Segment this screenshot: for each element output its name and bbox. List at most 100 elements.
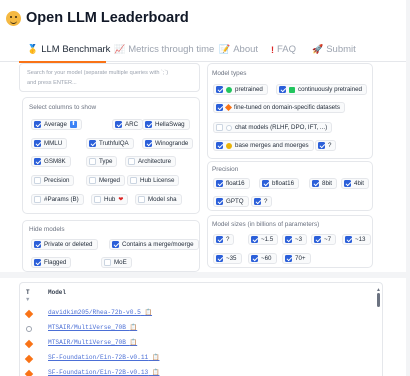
section-divider bbox=[0, 272, 410, 278]
model-types-title: Model types bbox=[212, 70, 247, 77]
checkbox-flagged[interactable]: Flagged bbox=[31, 257, 72, 268]
checkbox-average[interactable]: Average ⬆ bbox=[31, 119, 82, 130]
checkbox-model-sha[interactable]: Model sha bbox=[135, 194, 182, 205]
checkbox-4bit[interactable]: 4bit bbox=[341, 178, 369, 189]
checkbox-float16[interactable]: float16 bbox=[213, 178, 250, 189]
column-header-type[interactable]: T bbox=[26, 289, 30, 296]
checkbox-hub[interactable]: Hub ❤ bbox=[91, 194, 129, 205]
copy-icon[interactable]: 📋 bbox=[152, 369, 159, 376]
tab-submit[interactable]: 🚀 Submit bbox=[312, 44, 356, 55]
checkbox-size-1-5[interactable]: ~1.5 bbox=[248, 234, 279, 245]
model-types-panel: Model types pretrained continuously pret… bbox=[207, 63, 373, 159]
exclamation-icon: ! bbox=[271, 44, 274, 55]
memo-icon: 📝 bbox=[219, 44, 231, 54]
leaderboard-table: T ▼ Model davidkim205/Rhea-72b-v0.5 📋 MT… bbox=[19, 282, 383, 376]
table-row: MTSAIR/MultiVerse_70B 📋 bbox=[20, 324, 370, 336]
copy-icon[interactable]: 📋 bbox=[130, 324, 137, 331]
model-link[interactable]: MTSAIR/MultiVerse_70B 📋 bbox=[48, 339, 137, 346]
checkbox-mmlu[interactable]: MMLU bbox=[31, 138, 68, 149]
precision-title: Precision bbox=[212, 166, 239, 173]
fine-tuned-diamond-icon bbox=[24, 369, 34, 376]
checkbox-size-70-plus[interactable]: 70+ bbox=[282, 253, 311, 264]
fine-tuned-diamond-icon bbox=[24, 339, 34, 349]
sort-up-icon: ⬆ bbox=[69, 121, 77, 128]
scroll-thumb[interactable] bbox=[377, 293, 380, 307]
search-placeholder: Search for your model (separate multiple… bbox=[27, 68, 197, 88]
green-square-icon bbox=[289, 86, 295, 93]
checkbox-size-3[interactable]: ~3 bbox=[282, 234, 308, 245]
model-link[interactable]: SF-Foundation/Ein-72B-v0.13 📋 bbox=[48, 369, 159, 376]
checkbox-size-35[interactable]: ~35 bbox=[213, 253, 242, 264]
checkbox-moe[interactable]: MoE bbox=[101, 257, 132, 268]
page-title-text: Open LLM Leaderboard bbox=[26, 10, 189, 26]
checkbox-private-or-deleted[interactable]: Private or deleted bbox=[31, 239, 98, 250]
checkbox-base-merges[interactable]: base merges and moerges bbox=[213, 140, 314, 151]
columns-panel-title: Select columns to show bbox=[29, 104, 97, 111]
checkbox-params[interactable]: #Params (B) bbox=[31, 194, 84, 205]
tab-metrics-through-time[interactable]: 📈 Metrics through time bbox=[114, 44, 214, 55]
tab-llm-benchmark[interactable]: 🥇 LLM Benchmark bbox=[27, 44, 110, 55]
tab-bar: 🥇 LLM Benchmark 📈 Metrics through time 📝… bbox=[0, 40, 410, 63]
checkbox-merged[interactable]: Merged bbox=[86, 175, 125, 186]
copy-icon[interactable]: 📋 bbox=[145, 309, 152, 316]
checkbox-chat-models[interactable]: chat models (RLHF, DPO, IFT, ...) bbox=[213, 122, 333, 133]
heart-icon: ❤ bbox=[118, 197, 124, 203]
checkbox-precision[interactable]: Precision bbox=[31, 175, 75, 186]
checkbox-bfloat16[interactable]: bfloat16 bbox=[259, 178, 300, 189]
fine-tuned-diamond-icon bbox=[24, 354, 34, 364]
hugging-face-icon bbox=[226, 142, 232, 149]
checkbox-hellaswag[interactable]: HellaSwag bbox=[142, 119, 190, 130]
checkbox-precision-unknown[interactable]: ? bbox=[251, 196, 273, 207]
precision-panel: Precision float16 bfloat16 8bit 4bit GPT… bbox=[207, 161, 373, 211]
sort-icon[interactable]: ▼ bbox=[25, 297, 30, 303]
model-sizes-title: Model sizes (in billions of parameters) bbox=[212, 221, 320, 228]
medal-icon: 🥇 bbox=[27, 44, 39, 54]
copy-icon[interactable]: 📋 bbox=[130, 339, 137, 346]
checkbox-hub-license[interactable]: Hub License bbox=[127, 175, 180, 186]
checkbox-pretrained[interactable]: pretrained bbox=[213, 84, 268, 95]
table-row: SF-Foundation/Ein-72B-v0.13 📋 bbox=[20, 369, 370, 376]
checkbox-contains-merge[interactable]: Contains a merge/moerge bbox=[109, 239, 199, 250]
hide-models-title: Hide models bbox=[29, 226, 65, 233]
green-circle-icon bbox=[226, 86, 232, 93]
table-row: davidkim205/Rhea-72b-v0.5 📋 bbox=[20, 309, 370, 321]
columns-panel: Select columns to show Average ⬆ ARC Hell… bbox=[22, 97, 200, 214]
page-title: Open LLM Leaderboard bbox=[6, 8, 189, 28]
checkbox-type[interactable]: Type bbox=[86, 156, 118, 167]
checkbox-size-60[interactable]: ~60 bbox=[248, 253, 277, 264]
model-link[interactable]: SF-Foundation/Ein-72B-v0.11 📋 bbox=[48, 354, 159, 361]
checkbox-size-7[interactable]: ~7 bbox=[311, 234, 337, 245]
chat-circle-icon bbox=[26, 326, 32, 332]
model-sizes-panel: Model sizes (in billions of parameters) … bbox=[207, 215, 373, 268]
checkbox-8bit[interactable]: 8bit bbox=[309, 178, 337, 189]
checkbox-size-unknown[interactable]: ? bbox=[213, 234, 235, 245]
checkbox-truthfulqa[interactable]: TruthfulQA bbox=[86, 138, 134, 149]
checkbox-arc[interactable]: ARC bbox=[112, 119, 144, 130]
rocket-icon: 🚀 bbox=[312, 44, 324, 54]
orange-diamond-icon bbox=[224, 103, 233, 112]
search-input[interactable]: Search for your model (separate multiple… bbox=[19, 63, 200, 92]
checkbox-type-unknown[interactable]: ? bbox=[315, 140, 337, 151]
tab-about[interactable]: 📝 About bbox=[219, 44, 258, 55]
column-header-model[interactable]: Model bbox=[48, 289, 66, 296]
page-scrollbar-track[interactable] bbox=[406, 0, 410, 376]
checkbox-fine-tuned[interactable]: fine-tuned on domain-specific datasets bbox=[213, 102, 345, 113]
table-row: SF-Foundation/Ein-72B-v0.11 📋 bbox=[20, 354, 370, 366]
model-link[interactable]: davidkim205/Rhea-72b-v0.5 📋 bbox=[48, 309, 152, 316]
model-link[interactable]: MTSAIR/MultiVerse_70B 📋 bbox=[48, 324, 137, 331]
hide-models-panel: Hide models Private or deleted Contains … bbox=[22, 220, 200, 272]
hugging-face-icon bbox=[6, 10, 21, 26]
checkbox-size-13[interactable]: ~13 bbox=[342, 234, 371, 245]
fine-tuned-diamond-icon bbox=[24, 309, 34, 319]
chat-circle-icon bbox=[226, 124, 232, 131]
table-scrollbar[interactable]: ▲ bbox=[375, 287, 382, 376]
checkbox-winogrande[interactable]: Winogrande bbox=[142, 138, 194, 149]
checkbox-gsm8k[interactable]: GSM8K bbox=[31, 156, 71, 167]
checkbox-gptq[interactable]: GPTQ bbox=[213, 196, 249, 207]
tab-faq[interactable]: ! FAQ bbox=[271, 44, 296, 55]
checkbox-architecture[interactable]: Architecture bbox=[125, 156, 177, 167]
chart-icon: 📈 bbox=[114, 44, 126, 54]
table-row: MTSAIR/MultiVerse_70B 📋 bbox=[20, 339, 370, 351]
checkbox-continuously-pretrained[interactable]: continuously pretrained bbox=[276, 84, 367, 95]
copy-icon[interactable]: 📋 bbox=[152, 354, 159, 361]
